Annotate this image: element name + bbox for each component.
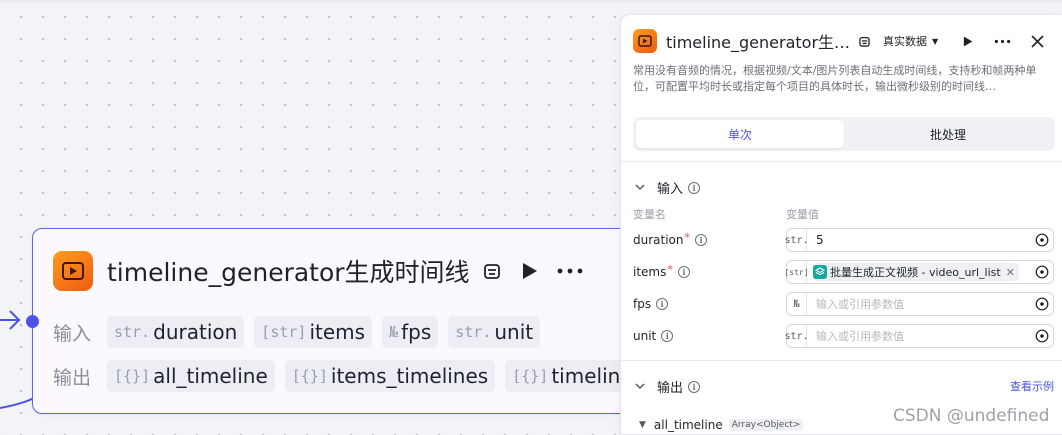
test-run-panel: timeline_generator生… 真实数据 ▼ 常用没有音频的情况，根据…: [620, 14, 1062, 435]
node-header: timeline_generator生成时间线: [53, 249, 584, 293]
output-type-tag: Array<Object>: [728, 419, 804, 431]
input-section-header[interactable]: 输入 i: [635, 178, 701, 197]
variable-picker-icon[interactable]: [1035, 297, 1049, 311]
input-placeholder: 输入或引用参数值: [816, 330, 904, 343]
variable-picker-icon[interactable]: [1035, 329, 1049, 343]
col-variable-value: 变量值: [786, 208, 819, 221]
duration-input[interactable]: str. 5: [784, 228, 1054, 252]
info-icon[interactable]: i: [677, 266, 690, 278]
node-title: timeline_generator生成时间线: [107, 258, 470, 287]
info-icon[interactable]: i: [688, 181, 701, 194]
input-chip-items: [str] items: [254, 316, 373, 348]
canvas-top-border: [0, 0, 1062, 3]
run-icon[interactable]: [962, 35, 973, 48]
input-section-title: 输入: [657, 182, 684, 197]
tab-batch[interactable]: 批处理: [844, 120, 1052, 148]
chevron-down-icon: ▼: [639, 420, 646, 430]
output-section-header[interactable]: 输出 i: [635, 377, 701, 396]
items-input[interactable]: [str] 批量生成正文视频 - video_url_list ✕: [784, 260, 1054, 284]
fps-input[interactable]: № 输入或引用参数值: [786, 292, 1054, 316]
var-row-fps: fps i № 输入或引用参数值: [633, 292, 1054, 316]
info-icon[interactable]: i: [695, 234, 707, 246]
info-icon[interactable]: i: [688, 380, 701, 393]
var-row-duration: duration * i str. 5: [633, 228, 1054, 252]
variable-picker-icon[interactable]: [1035, 233, 1049, 247]
output-item-all-timeline[interactable]: ▼ all_timeline Array<Object>: [639, 418, 804, 432]
video-app-icon: [53, 251, 93, 291]
caret-down-icon: ▼: [932, 36, 939, 46]
view-example-link[interactable]: 查看示例: [1010, 378, 1054, 394]
input-chip-duration: str. duration: [107, 316, 245, 348]
chevron-down-icon: [635, 379, 647, 394]
input-chip-fps: № fps: [382, 316, 439, 348]
col-variable-name: 变量名: [633, 208, 666, 221]
panel-title: timeline_generator生…: [666, 33, 851, 52]
info-icon[interactable]: i: [661, 330, 674, 342]
input-value: 5: [816, 233, 824, 247]
data-mode-label: 真实数据: [883, 35, 928, 48]
output-chip-all-timeline: [{}] all_timeline: [107, 360, 275, 392]
output-section-title: 输出: [657, 381, 684, 396]
tab-single[interactable]: 单次: [636, 120, 844, 148]
type-badge: [str]: [784, 261, 809, 283]
node-input-port[interactable]: [26, 315, 39, 328]
output-item-name: all_timeline: [653, 418, 723, 432]
var-name: items * i: [633, 260, 690, 284]
panel-divider: [621, 161, 1062, 162]
node-outputs-row: 输出 [{}] all_timeline [{}] items_timelines …: [53, 360, 660, 392]
type-badge: str.: [784, 325, 809, 347]
remove-reference-icon[interactable]: ✕: [1006, 266, 1015, 279]
workflow-node[interactable]: timeline_generator生成时间线 输入 str. duration …: [26, 228, 651, 414]
data-mode-dropdown[interactable]: 真实数据 ▼: [883, 33, 938, 49]
var-row-items: items * i [str] 批量生成正文视频 - video_url_list …: [633, 260, 1054, 284]
var-row-unit: unit i str. 输入或引用参数值: [633, 324, 1054, 348]
debug-icon[interactable]: [858, 35, 871, 48]
outputs-label: 输出: [53, 366, 92, 389]
variable-picker-icon[interactable]: [1035, 265, 1049, 279]
type-badge: №: [787, 293, 807, 315]
required-mark: *: [684, 230, 691, 244]
more-icon[interactable]: [994, 39, 1011, 44]
inputs-label: 输入: [53, 322, 92, 345]
layers-icon: [813, 265, 827, 279]
required-mark: *: [667, 262, 673, 276]
input-placeholder: 输入或引用参数值: [816, 298, 904, 311]
input-chip-unit: str. unit: [448, 316, 541, 348]
close-icon[interactable]: [1031, 34, 1044, 48]
panel-header: timeline_generator生… 真实数据 ▼: [633, 27, 1062, 55]
run-mode-tabs: 单次 批处理: [633, 117, 1055, 151]
video-app-icon: [633, 29, 657, 53]
watermark: CSDN @undefined: [893, 406, 1050, 426]
reference-tag: 批量生成正文视频 - video_url_list ✕: [813, 263, 1019, 281]
type-badge: str.: [784, 229, 809, 251]
run-icon[interactable]: [520, 261, 538, 281]
node-inputs-row: 输入 str. duration [str] items № fps str. unit: [53, 316, 550, 348]
info-icon[interactable]: i: [656, 298, 669, 310]
more-icon[interactable]: [556, 267, 584, 275]
var-name: unit i: [633, 324, 674, 348]
var-name: fps i: [633, 292, 669, 316]
unit-input[interactable]: str. 输入或引用参数值: [784, 324, 1054, 348]
panel-divider: [621, 360, 1062, 361]
node-description: 常用没有音频的情况，根据视频/文本/图片列表自动生成时间线，支持秒和帧两种单位，…: [633, 64, 1037, 93]
reference-label: 批量生成正文视频 - video_url_list: [830, 266, 1001, 279]
output-chip-items-timelines: [{}] items_timelines: [284, 360, 496, 392]
var-name: duration * i: [633, 228, 707, 252]
chevron-down-icon: [635, 180, 647, 195]
debug-icon[interactable]: [482, 261, 502, 281]
